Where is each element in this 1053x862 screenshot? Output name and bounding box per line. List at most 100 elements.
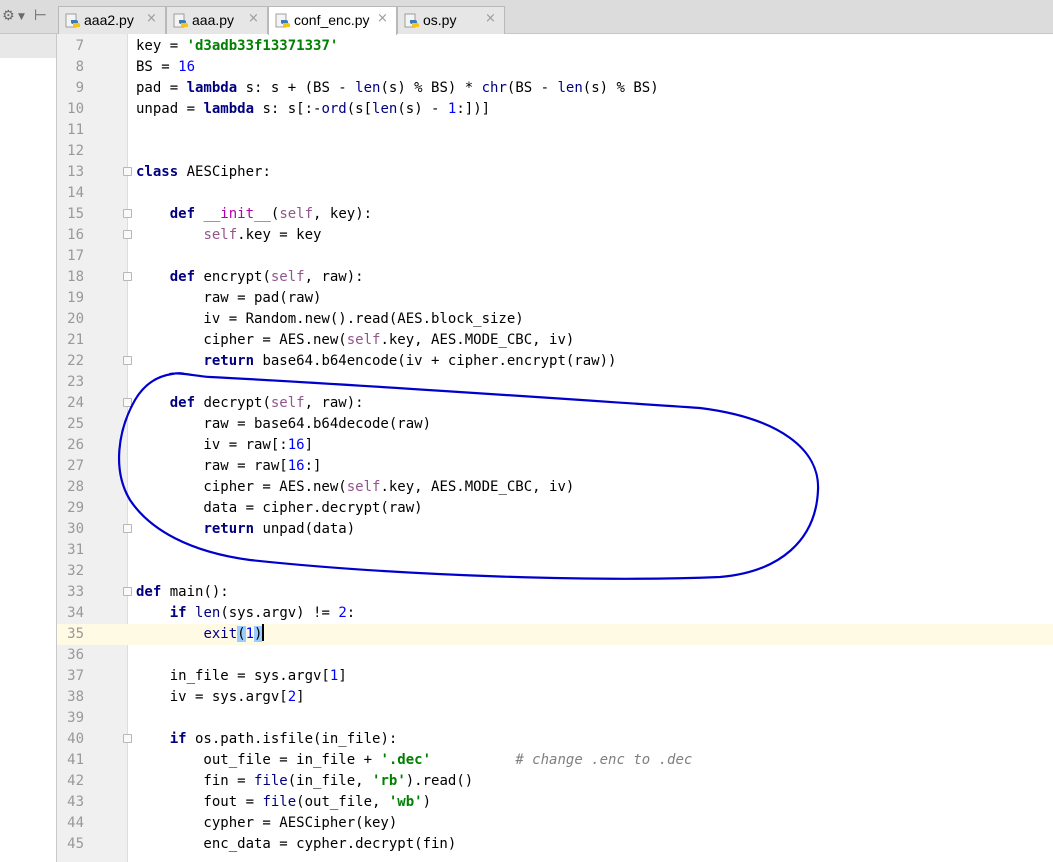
tab-aaa-py[interactable]: aaa.py × xyxy=(166,6,268,34)
python-file-icon xyxy=(404,13,419,28)
python-file-icon xyxy=(173,13,188,28)
code-line[interactable]: 23 xyxy=(57,372,1053,393)
fold-marker-icon[interactable] xyxy=(123,167,132,176)
code-line[interactable]: 38 iv = sys.argv[2] xyxy=(57,687,1053,708)
collapse-icon[interactable]: ⊢ xyxy=(34,6,47,24)
tool-window-controls: ⚙ ▼ ⊢ xyxy=(0,0,56,34)
code-text: iv = sys.argv[2] xyxy=(136,689,305,705)
code-line[interactable]: 15 def __init__(self, key): xyxy=(57,204,1053,225)
code-line[interactable]: 31 xyxy=(57,540,1053,561)
code-line[interactable]: 22 return base64.b64encode(iv + cipher.e… xyxy=(57,351,1053,372)
code-line[interactable]: 13 class AESCipher: xyxy=(57,162,1053,183)
line-number: 23 xyxy=(67,374,84,390)
code-line[interactable]: 18 def encrypt(self, raw): xyxy=(57,267,1053,288)
fold-marker-icon[interactable] xyxy=(123,398,132,407)
project-panel-header xyxy=(0,34,56,58)
code-line[interactable]: 30 return unpad(data) xyxy=(57,519,1053,540)
code-line[interactable]: 24 def decrypt(self, raw): xyxy=(57,393,1053,414)
code-line[interactable]: 34 if len(sys.argv) != 2: xyxy=(57,603,1053,624)
code-text: key = 'd3adb33f13371337' xyxy=(136,38,339,54)
code-line[interactable]: 29 data = cipher.decrypt(raw) xyxy=(57,498,1053,519)
text-caret xyxy=(262,624,265,641)
code-text: class AESCipher: xyxy=(136,164,271,180)
code-line[interactable]: 19 raw = pad(raw) xyxy=(57,288,1053,309)
code-line[interactable]: 33 def main(): xyxy=(57,582,1053,603)
code-line[interactable]: 16 self.key = key xyxy=(57,225,1053,246)
code-line[interactable]: 40 if os.path.isfile(in_file): xyxy=(57,729,1053,750)
line-number: 21 xyxy=(67,332,84,348)
line-number: 41 xyxy=(67,752,84,768)
line-number: 37 xyxy=(67,668,84,684)
code-text: def decrypt(self, raw): xyxy=(169,395,364,411)
code-line[interactable]: 8 BS = 16 xyxy=(57,57,1053,78)
code-line[interactable]: 28 cipher = AES.new(self.key, AES.MODE_C… xyxy=(57,477,1053,498)
code-line[interactable]: 11 xyxy=(57,120,1053,141)
code-line[interactable]: 20 iv = Random.new().read(AES.block_size… xyxy=(57,309,1053,330)
code-text: cipher = AES.new(self.key, AES.MODE_CBC,… xyxy=(136,479,575,495)
code-line[interactable]: 14 xyxy=(57,183,1053,204)
line-number: 45 xyxy=(67,836,84,852)
fold-marker-icon[interactable] xyxy=(123,230,132,239)
code-editor[interactable]: 7 key = 'd3adb33f13371337' 8 BS = 16 9 pad = … xyxy=(57,34,1053,862)
code-line[interactable]: 43 fout = file(out_file, 'wb') xyxy=(57,792,1053,813)
line-number: 28 xyxy=(67,479,84,495)
close-icon[interactable]: × xyxy=(248,11,259,26)
chevron-down-icon[interactable]: ▼ xyxy=(18,12,25,22)
close-icon[interactable]: × xyxy=(146,11,157,26)
line-number: 10 xyxy=(67,101,84,117)
close-icon[interactable]: × xyxy=(377,11,388,26)
line-number: 25 xyxy=(67,416,84,432)
code-line[interactable]: 44 cypher = AESCipher(key) xyxy=(57,813,1053,834)
line-number: 17 xyxy=(67,248,84,264)
line-number: 12 xyxy=(67,143,84,159)
code-text: raw = pad(raw) xyxy=(136,290,322,306)
code-line[interactable]: 39 xyxy=(57,708,1053,729)
tab-label: os.py xyxy=(423,12,457,28)
code-text: out_file = in_file + '.dec' # change .en… xyxy=(136,752,693,768)
code-line[interactable]: 41 out_file = in_file + '.dec' # change … xyxy=(57,750,1053,771)
code-line[interactable]: 27 raw = raw[16:] xyxy=(57,456,1053,477)
code-line[interactable]: 12 xyxy=(57,141,1053,162)
tab-aaa2-py[interactable]: aaa2.py × xyxy=(58,6,166,34)
line-number: 39 xyxy=(67,710,84,726)
code-text: def encrypt(self, raw): xyxy=(169,269,364,285)
line-number: 9 xyxy=(75,80,84,96)
code-line[interactable]: 10 unpad = lambda s: s[:-ord(s[len(s) - 1… xyxy=(57,99,1053,120)
fold-marker-icon[interactable] xyxy=(123,587,132,596)
code-line[interactable]: 25 raw = base64.b64decode(raw) xyxy=(57,414,1053,435)
code-line[interactable]: 21 cipher = AES.new(self.key, AES.MODE_C… xyxy=(57,330,1053,351)
code-line[interactable]: 36 xyxy=(57,645,1053,666)
gear-icon[interactable]: ⚙ xyxy=(2,8,15,24)
code-line[interactable]: 7 key = 'd3adb33f13371337' xyxy=(57,36,1053,57)
python-file-icon xyxy=(275,13,290,28)
code-line[interactable]: 35 exit(1) xyxy=(57,624,1053,645)
code-line[interactable]: 26 iv = raw[:16] xyxy=(57,435,1053,456)
fold-marker-icon[interactable] xyxy=(123,272,132,281)
line-number: 22 xyxy=(67,353,84,369)
code-line[interactable]: 9 pad = lambda s: s + (BS - len(s) % BS) … xyxy=(57,78,1053,99)
code-text: return base64.b64encode(iv + cipher.encr… xyxy=(203,353,617,369)
fold-marker-icon[interactable] xyxy=(123,734,132,743)
fold-marker-icon[interactable] xyxy=(123,356,132,365)
code-text: BS = 16 xyxy=(136,59,196,75)
code-line[interactable]: 42 fin = file(in_file, 'rb').read() xyxy=(57,771,1053,792)
code-line[interactable]: 37 in_file = sys.argv[1] xyxy=(57,666,1053,687)
code-text: cypher = AESCipher(key) xyxy=(136,815,398,831)
fold-marker-icon[interactable] xyxy=(123,209,132,218)
code-text: data = cipher.decrypt(raw) xyxy=(136,500,423,516)
code-line[interactable]: 45 enc_data = cypher.decrypt(fin) xyxy=(57,834,1053,855)
code-line[interactable]: 17 xyxy=(57,246,1053,267)
code-text: self.key = key xyxy=(203,227,322,243)
code-line[interactable]: 32 xyxy=(57,561,1053,582)
close-icon[interactable]: × xyxy=(485,11,496,26)
code-text: raw = base64.b64decode(raw) xyxy=(136,416,432,432)
code-text: in_file = sys.argv[1] xyxy=(136,668,347,684)
editor-tab-bar: ⚙ ▼ ⊢ aaa2.py × aaa.py × conf_enc.py × os.py × xyxy=(0,0,1053,35)
tab-os-py[interactable]: os.py × xyxy=(397,6,505,34)
fold-marker-icon[interactable] xyxy=(123,524,132,533)
line-number: 43 xyxy=(67,794,84,810)
project-panel xyxy=(0,34,57,862)
line-number: 32 xyxy=(67,563,84,579)
tab-conf-enc-py[interactable]: conf_enc.py × xyxy=(268,6,397,35)
line-number: 7 xyxy=(75,38,84,54)
